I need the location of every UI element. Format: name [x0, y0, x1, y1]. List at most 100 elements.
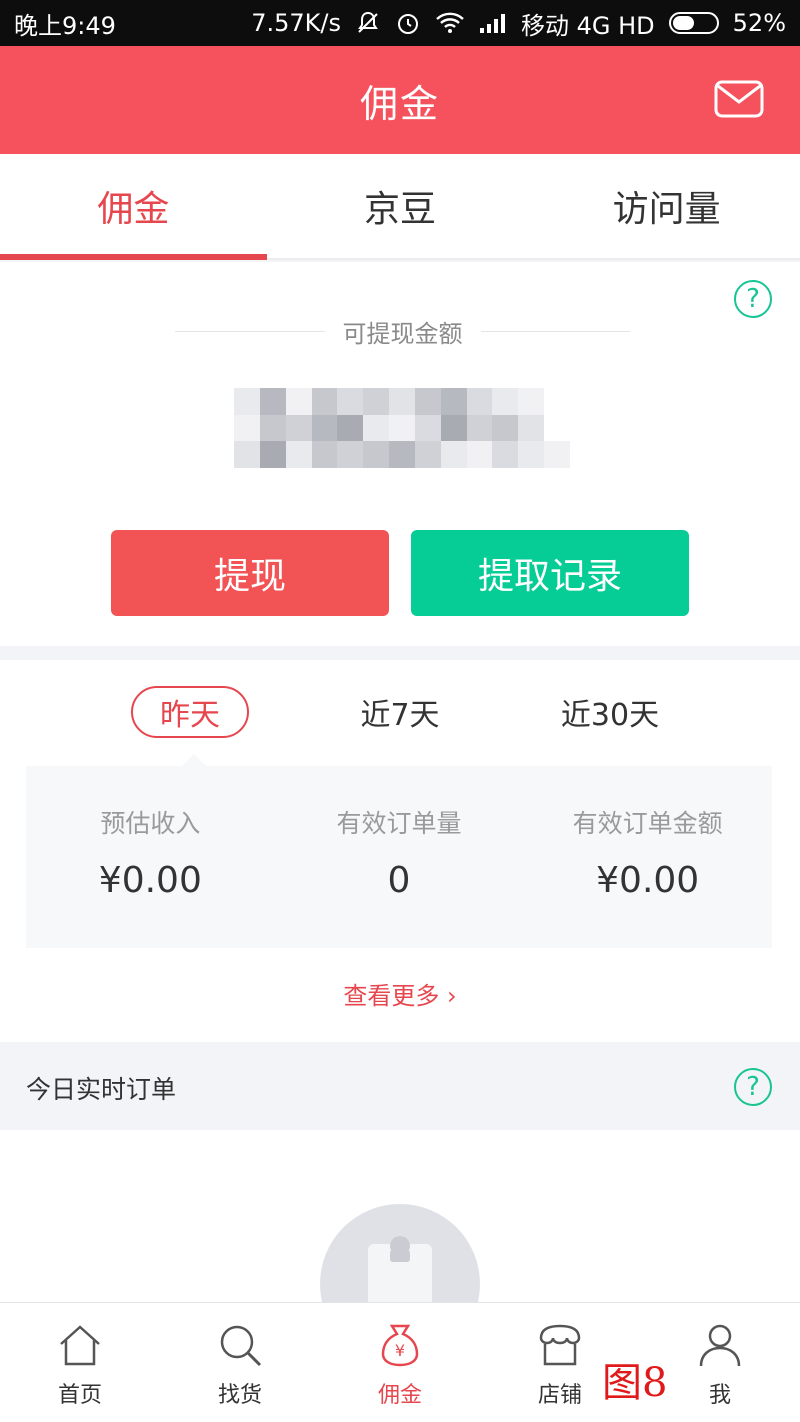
divider: [175, 331, 325, 332]
mosaic-cell: [518, 414, 545, 442]
nav-label: 找货: [217, 1383, 262, 1408]
mosaic-cell: [311, 388, 338, 415]
mosaic-cell: [414, 441, 441, 468]
mosaic-cell: [389, 414, 415, 442]
balance-label-row: 可提现金额: [175, 314, 630, 349]
mosaic-cell: [337, 441, 364, 468]
mosaic-cell: [285, 441, 312, 468]
mosaic-cell: [389, 388, 415, 415]
mosaic-cell: [363, 441, 390, 468]
mosaic-cell: [259, 414, 286, 442]
mosaic-cell: [440, 388, 467, 415]
home-icon: [56, 1321, 104, 1369]
mosaic-cell: [466, 441, 493, 468]
svg-text:¥: ¥: [395, 1341, 405, 1360]
user-icon: [696, 1321, 744, 1369]
money-bag-icon: ¥: [376, 1321, 424, 1369]
store-icon: [536, 1321, 584, 1369]
nav-label: 首页: [57, 1383, 102, 1408]
withdrawable-label: 可提现金额: [342, 320, 463, 348]
mosaic-cell: [234, 441, 260, 468]
mosaic-cell: [544, 414, 570, 442]
mosaic-cell: [311, 414, 338, 442]
bottom-navigation: 首页 找货 ¥ 佣金 店铺 我: [0, 1302, 800, 1422]
mosaic-cell: [492, 388, 519, 415]
mute-icon: [355, 10, 381, 36]
period-30-days[interactable]: 近30天: [545, 686, 675, 738]
battery-icon: [668, 12, 719, 34]
metric-estimated-income: 预估收入 ¥0.00: [26, 766, 275, 948]
withdraw-button[interactable]: 提现: [111, 530, 389, 616]
period-7-days[interactable]: 近7天: [340, 686, 460, 738]
metric-label: 有效订单金额: [572, 809, 723, 838]
clipboard-icon: [320, 1204, 480, 1302]
metric-value: ¥0.00: [596, 860, 700, 901]
realtime-orders-header: 今日实时订单 ?: [0, 1044, 800, 1130]
nav-commission[interactable]: ¥ 佣金: [320, 1303, 480, 1422]
nav-home[interactable]: 首页: [0, 1303, 160, 1422]
carrier-label: 移动 4G HD: [521, 11, 655, 40]
withdraw-records-button[interactable]: 提取记录: [411, 530, 689, 616]
section-title: 今日实时订单: [26, 1075, 177, 1104]
balance-card: ? 可提现金额 提现 提取记录: [0, 262, 800, 646]
search-icon: [216, 1321, 264, 1369]
mosaic-cell: [414, 414, 441, 442]
question-icon[interactable]: ?: [734, 1068, 772, 1106]
mosaic-cell: [285, 414, 312, 442]
tab-commission[interactable]: 佣金: [0, 154, 267, 260]
view-more-link[interactable]: 查看更多 ›: [0, 976, 800, 1011]
mosaic-cell: [466, 388, 493, 415]
battery-level: [672, 16, 695, 30]
nav-label: 我: [708, 1383, 731, 1408]
figure-label: 图8: [602, 1360, 668, 1406]
mosaic-cell: [440, 414, 467, 442]
page-title: 佣金: [359, 81, 440, 126]
status-time: 晚上9:49: [14, 11, 116, 40]
mosaic-cell: [492, 441, 519, 468]
divider: [480, 331, 630, 332]
mosaic-cell: [544, 388, 570, 415]
stats-section: 昨天 近7天 近30天 预估收入 ¥0.00 有效订单量 0 有效订单金额 ¥0…: [0, 660, 800, 1042]
metric-label: 有效订单量: [336, 809, 462, 838]
balance-amount-mosaic: [234, 388, 570, 468]
mosaic-cell: [544, 441, 570, 468]
tab-visits[interactable]: 访问量: [533, 154, 800, 258]
battery-percent: 52%: [732, 9, 786, 37]
metric-value: ¥0.00: [98, 860, 202, 901]
mosaic-cell: [234, 414, 260, 442]
mosaic-cell: [518, 388, 545, 415]
mosaic-cell: [234, 388, 260, 415]
mosaic-cell: [337, 414, 364, 442]
tab-bar: 佣金 京豆 访问量: [0, 154, 800, 260]
mail-icon[interactable]: [714, 80, 764, 118]
mosaic-cell: [440, 441, 467, 468]
mosaic-cell: [311, 441, 338, 468]
mosaic-cell: [363, 388, 390, 415]
metric-label: 预估收入: [100, 809, 201, 838]
mosaic-cell: [337, 388, 364, 415]
mosaic-cell: [492, 414, 519, 442]
tab-jingdou[interactable]: 京豆: [267, 154, 534, 258]
question-icon[interactable]: ?: [734, 280, 772, 318]
mosaic-cell: [518, 441, 545, 468]
mosaic-cell: [414, 388, 441, 415]
mosaic-cell: [466, 414, 493, 442]
nav-label: 佣金: [377, 1383, 422, 1408]
mosaic-cell: [389, 441, 415, 468]
status-bar: 晚上9:49 7.57K/s 移动 4G HD 52%: [0, 0, 800, 46]
mosaic-cell: [285, 388, 312, 415]
network-speed: 7.57K/s: [251, 9, 341, 37]
period-selector: 昨天 近7天 近30天: [0, 686, 800, 738]
metric-valid-order-amount: 有效订单金额 ¥0.00: [523, 766, 772, 948]
nav-find-goods[interactable]: 找货: [160, 1303, 320, 1422]
nav-label: 店铺: [537, 1383, 582, 1408]
wifi-icon: [435, 11, 465, 35]
signal-icon: [479, 12, 507, 34]
period-yesterday[interactable]: 昨天: [131, 686, 249, 738]
alarm-icon: [395, 10, 421, 36]
metrics-panel: 预估收入 ¥0.00 有效订单量 0 有效订单金额 ¥0.00: [26, 754, 772, 948]
mosaic-cell: [363, 414, 390, 442]
empty-state: [0, 1130, 800, 1302]
metric-valid-orders: 有效订单量 0: [275, 766, 524, 948]
metric-value: 0: [387, 860, 411, 901]
